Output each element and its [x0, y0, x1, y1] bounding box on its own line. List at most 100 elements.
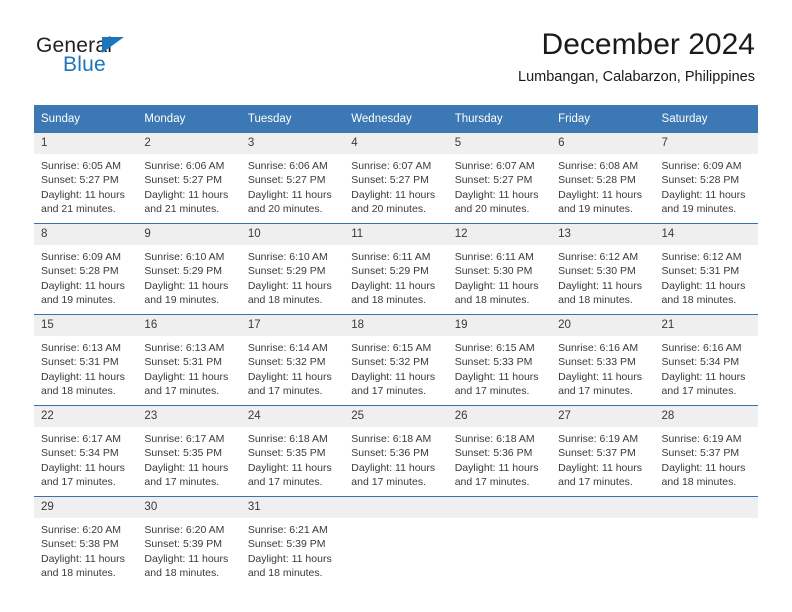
daylight-text-line1: Daylight: 11 hours [661, 188, 746, 201]
day-number: 28 [654, 406, 758, 427]
daylight-text-line2: and 17 minutes. [351, 385, 426, 398]
daylight-text-line1: Daylight: 11 hours [454, 188, 539, 201]
sunset-text: Sunset: 5:33 PM [454, 356, 533, 369]
day-header-friday: Friday [551, 105, 655, 133]
daylight-text-line1: Daylight: 11 hours [41, 552, 125, 565]
day-cell[interactable]: 12 Sunrise: 6:11 AM Sunset: 5:30 PM Dayl… [447, 223, 552, 315]
day-cell[interactable]: 1 Sunrise: 6:05 AM Sunset: 5:27 PM Dayli… [34, 133, 138, 224]
day-cell[interactable]: 22 Sunrise: 6:17 AM Sunset: 5:34 PM Dayl… [34, 405, 138, 497]
sunrise-text: Sunrise: 6:05 AM [41, 160, 121, 172]
daylight-text-line1: Daylight: 11 hours [247, 370, 332, 383]
day-cell[interactable]: 2 Sunrise: 6:06 AM Sunset: 5:27 PM Dayli… [137, 133, 241, 224]
day-cell[interactable]: 31 Sunrise: 6:21 AM Sunset: 5:39 PM Dayl… [240, 496, 345, 587]
day-number: 12 [447, 224, 552, 245]
day-details: Sunrise: 6:13 AM Sunset: 5:31 PM Dayligh… [34, 336, 137, 399]
day-cell[interactable]: 4 Sunrise: 6:07 AM Sunset: 5:27 PM Dayli… [344, 133, 448, 224]
daylight-text-line2: and 18 minutes. [247, 567, 323, 580]
day-details: Sunrise: 6:11 AM Sunset: 5:30 PM Dayligh… [448, 245, 551, 308]
sunrise-text: Sunrise: 6:16 AM [558, 342, 639, 354]
day-details: Sunrise: 6:07 AM Sunset: 5:27 PM Dayligh… [448, 154, 551, 217]
day-details: Sunrise: 6:16 AM Sunset: 5:34 PM Dayligh… [655, 336, 758, 399]
week-row: 15 Sunrise: 6:13 AM Sunset: 5:31 PM Dayl… [34, 314, 758, 406]
title-block: December 2024 Lumbangan, Calabarzon, Phi… [518, 28, 755, 86]
day-number: 7 [654, 133, 758, 154]
day-details: Sunrise: 6:05 AM Sunset: 5:27 PM Dayligh… [34, 154, 137, 217]
day-number: 20 [551, 315, 655, 336]
day-cell[interactable]: 24 Sunrise: 6:18 AM Sunset: 5:35 PM Dayl… [240, 405, 345, 497]
day-number: 17 [240, 315, 345, 336]
day-cell[interactable]: 19 Sunrise: 6:15 AM Sunset: 5:33 PM Dayl… [447, 314, 552, 406]
daylight-text-line1: Daylight: 11 hours [351, 461, 436, 474]
day-cell[interactable]: 28 Sunrise: 6:19 AM Sunset: 5:37 PM Dayl… [654, 405, 758, 497]
day-header-tuesday: Tuesday [240, 105, 345, 133]
sunrise-text: Sunrise: 6:14 AM [247, 342, 328, 354]
sunset-text: Sunset: 5:32 PM [351, 356, 429, 369]
day-number: 26 [447, 406, 552, 427]
day-details: Sunrise: 6:14 AM Sunset: 5:32 PM Dayligh… [241, 336, 344, 399]
day-details: Sunrise: 6:15 AM Sunset: 5:33 PM Dayligh… [448, 336, 551, 399]
sunrise-text: Sunrise: 6:11 AM [454, 251, 534, 263]
day-cell[interactable]: 13 Sunrise: 6:12 AM Sunset: 5:30 PM Dayl… [551, 223, 655, 315]
day-cell[interactable]: 9 Sunrise: 6:10 AM Sunset: 5:29 PM Dayli… [137, 223, 241, 315]
daylight-text-line1: Daylight: 11 hours [454, 370, 539, 383]
day-cell[interactable]: 26 Sunrise: 6:18 AM Sunset: 5:36 PM Dayl… [447, 405, 552, 497]
daylight-text-line1: Daylight: 11 hours [661, 279, 746, 292]
day-number: 1 [34, 133, 138, 154]
day-details: Sunrise: 6:18 AM Sunset: 5:35 PM Dayligh… [241, 427, 344, 490]
page-subtitle: Lumbangan, Calabarzon, Philippines [518, 69, 755, 85]
sunset-text: Sunset: 5:39 PM [247, 538, 326, 551]
day-details: Sunrise: 6:07 AM Sunset: 5:27 PM Dayligh… [344, 154, 447, 217]
daylight-text-line1: Daylight: 11 hours [144, 188, 229, 201]
day-cell[interactable]: 7 Sunrise: 6:09 AM Sunset: 5:28 PM Dayli… [654, 133, 758, 224]
day-cell-empty [344, 496, 448, 587]
day-number: 30 [137, 497, 241, 518]
sunrise-text: Sunrise: 6:10 AM [144, 251, 225, 263]
day-cell[interactable]: 27 Sunrise: 6:19 AM Sunset: 5:37 PM Dayl… [551, 405, 655, 497]
daylight-text-line1: Daylight: 11 hours [558, 188, 642, 201]
daylight-text-line2: and 17 minutes. [351, 476, 426, 489]
day-number: 14 [654, 224, 758, 245]
day-details: Sunrise: 6:10 AM Sunset: 5:29 PM Dayligh… [137, 245, 240, 308]
sunset-text: Sunset: 5:32 PM [247, 356, 326, 369]
logo-triangle-icon [102, 37, 124, 53]
sunset-text: Sunset: 5:31 PM [144, 356, 223, 369]
day-cell[interactable]: 11 Sunrise: 6:11 AM Sunset: 5:29 PM Dayl… [344, 223, 448, 315]
logo-secondary-text: Blue [63, 53, 106, 76]
day-cell[interactable]: 25 Sunrise: 6:18 AM Sunset: 5:36 PM Dayl… [344, 405, 448, 497]
sunrise-text: Sunrise: 6:18 AM [454, 433, 535, 445]
day-cell[interactable]: 20 Sunrise: 6:16 AM Sunset: 5:33 PM Dayl… [551, 314, 655, 406]
day-number: 4 [344, 133, 448, 154]
daylight-text-line2: and 17 minutes. [144, 476, 220, 489]
day-cell[interactable]: 14 Sunrise: 6:12 AM Sunset: 5:31 PM Dayl… [654, 223, 758, 315]
daylight-text-line2: and 19 minutes. [661, 203, 737, 216]
daylight-text-line2: and 19 minutes. [144, 294, 220, 307]
day-cell[interactable]: 23 Sunrise: 6:17 AM Sunset: 5:35 PM Dayl… [137, 405, 241, 497]
day-cell[interactable]: 17 Sunrise: 6:14 AM Sunset: 5:32 PM Dayl… [240, 314, 345, 406]
daylight-text-line1: Daylight: 11 hours [247, 461, 332, 474]
day-cell[interactable]: 8 Sunrise: 6:09 AM Sunset: 5:28 PM Dayli… [34, 223, 138, 315]
day-cell[interactable]: 5 Sunrise: 6:07 AM Sunset: 5:27 PM Dayli… [447, 133, 552, 224]
day-cell[interactable]: 18 Sunrise: 6:15 AM Sunset: 5:32 PM Dayl… [344, 314, 448, 406]
daylight-text-line2: and 17 minutes. [454, 476, 530, 489]
day-number: 27 [551, 406, 655, 427]
day-cell[interactable]: 10 Sunrise: 6:10 AM Sunset: 5:29 PM Dayl… [240, 223, 345, 315]
daylight-text-line2: and 17 minutes. [558, 385, 633, 398]
day-cell[interactable]: 6 Sunrise: 6:08 AM Sunset: 5:28 PM Dayli… [551, 133, 655, 224]
sunrise-text: Sunrise: 6:20 AM [144, 524, 225, 536]
sunrise-text: Sunrise: 6:20 AM [41, 524, 121, 536]
daylight-text-line2: and 18 minutes. [558, 294, 633, 307]
day-cell[interactable]: 29 Sunrise: 6:20 AM Sunset: 5:38 PM Dayl… [34, 496, 138, 587]
day-number: 9 [137, 224, 241, 245]
day-cell[interactable]: 15 Sunrise: 6:13 AM Sunset: 5:31 PM Dayl… [34, 314, 138, 406]
sunset-text: Sunset: 5:28 PM [41, 265, 119, 278]
day-cell[interactable]: 21 Sunrise: 6:16 AM Sunset: 5:34 PM Dayl… [654, 314, 758, 406]
day-number: 5 [447, 133, 552, 154]
daylight-text-line1: Daylight: 11 hours [454, 461, 539, 474]
sunset-text: Sunset: 5:39 PM [144, 538, 223, 551]
sunrise-text: Sunrise: 6:18 AM [247, 433, 328, 445]
day-cell[interactable]: 16 Sunrise: 6:13 AM Sunset: 5:31 PM Dayl… [137, 314, 241, 406]
day-cell[interactable]: 3 Sunrise: 6:06 AM Sunset: 5:27 PM Dayli… [240, 133, 345, 224]
day-cell[interactable]: 30 Sunrise: 6:20 AM Sunset: 5:39 PM Dayl… [137, 496, 241, 587]
day-number: 3 [240, 133, 345, 154]
sunset-text: Sunset: 5:29 PM [351, 265, 429, 278]
